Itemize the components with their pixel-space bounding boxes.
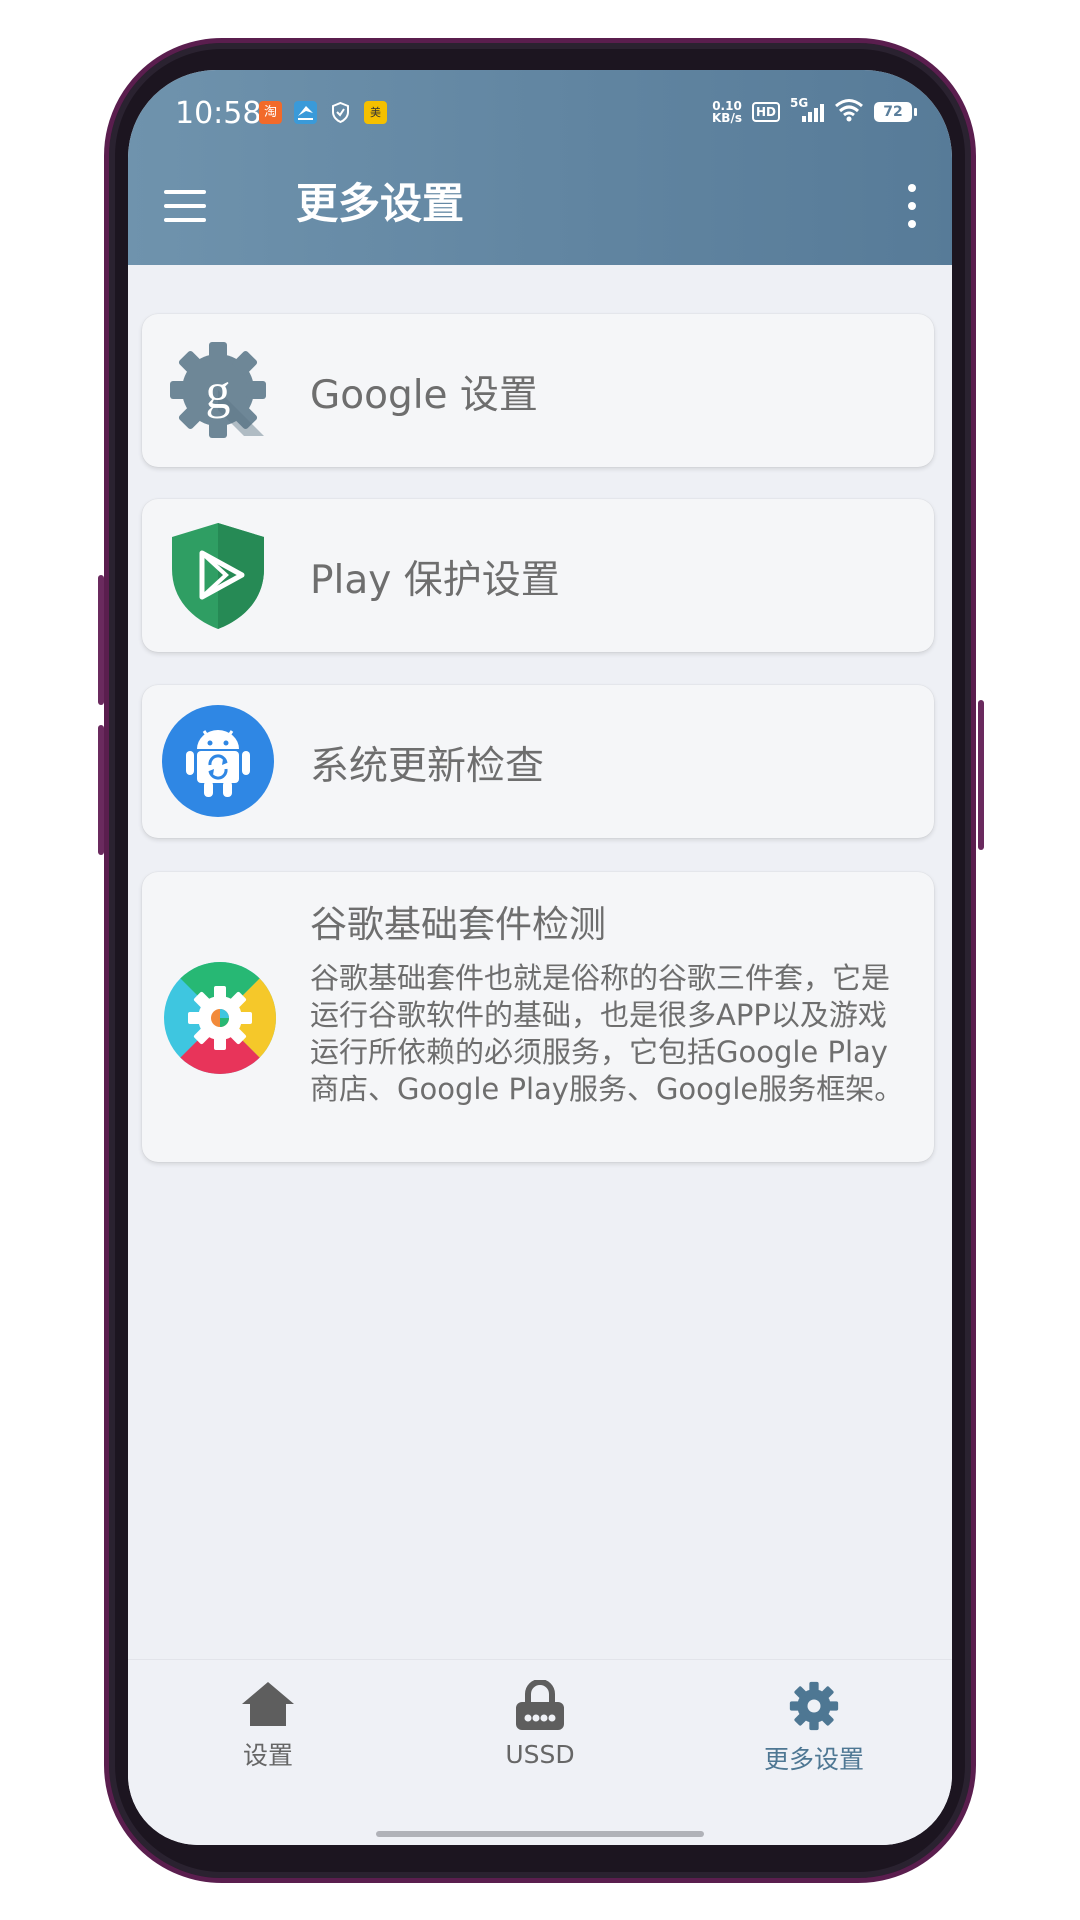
wifi-icon [834, 98, 864, 126]
system-icons: 0.10 KB/s HD 5G 72 [712, 96, 917, 126]
taobao-icon: 淘 [259, 101, 282, 124]
gms-colorful-gear-icon [164, 962, 276, 1078]
battery-icon: 72 [874, 102, 917, 122]
play-protect-title: Play 保护设置 [310, 558, 560, 603]
nav-item-ussd[interactable]: USSD [440, 1679, 640, 1769]
app-bar: 10:58 淘 美 0.10 KB/s HD 5G 72 更多设置 [128, 70, 952, 265]
google-settings-card[interactable]: g Google 设置 [142, 314, 934, 467]
nav-label-ussd: USSD [505, 1740, 575, 1769]
volume-down-button [98, 725, 104, 855]
more-options-button[interactable] [904, 180, 918, 232]
net-speed-unit: KB/s [712, 111, 742, 125]
system-update-card[interactable]: 系统更新检查 [142, 685, 934, 838]
bottom-navigation: 设置 USSD 更多设置 [128, 1659, 952, 1845]
gear-icon [789, 1681, 839, 1731]
nav-label-more-settings: 更多设置 [763, 1745, 864, 1774]
status-bar: 10:58 淘 美 0.10 KB/s HD 5G 72 [128, 92, 952, 142]
signal-icon: 5G [790, 96, 824, 124]
screen: 10:58 淘 美 0.10 KB/s HD 5G 72 更多设置 g Goog… [128, 70, 952, 1845]
notification-icons: 淘 美 [259, 101, 387, 124]
gms-check-description: 谷歌基础套件也就是俗称的谷歌三件套，它是运行谷歌软件的基础，也是很多APP以及游… [310, 961, 904, 1106]
google-settings-title: Google 设置 [310, 373, 538, 418]
volume-up-button [98, 575, 104, 705]
network-speed: 0.10 KB/s [712, 100, 742, 124]
svg-text:g: g [206, 363, 231, 419]
gms-check-title: 谷歌基础套件检测 [310, 903, 606, 946]
play-protect-card[interactable]: Play 保护设置 [142, 499, 934, 652]
system-update-title: 系统更新检查 [310, 744, 545, 789]
play-protect-shield-icon [164, 519, 272, 635]
menu-button[interactable] [162, 188, 208, 224]
meituan-icon: 美 [364, 101, 387, 124]
nav-item-settings[interactable]: 设置 [168, 1680, 368, 1772]
status-time: 10:58 [175, 96, 262, 131]
home-indicator[interactable] [376, 1831, 704, 1837]
android-update-icon [160, 705, 276, 821]
gms-check-card[interactable]: 谷歌基础套件检测 谷歌基础套件也就是俗称的谷歌三件套，它是运行谷歌软件的基础，也… [142, 872, 934, 1162]
lock-icon [516, 1679, 564, 1730]
home-icon [242, 1682, 294, 1726]
power-button [978, 700, 984, 850]
google-gear-icon: g [164, 336, 272, 448]
page-title: 更多设置 [296, 179, 465, 228]
nav-item-more-settings[interactable]: 更多设置 [714, 1680, 914, 1776]
hd-icon: HD [751, 102, 780, 122]
map-app-icon [294, 101, 317, 124]
shield-notification-icon [329, 101, 352, 124]
nav-label-settings: 设置 [242, 1741, 293, 1770]
